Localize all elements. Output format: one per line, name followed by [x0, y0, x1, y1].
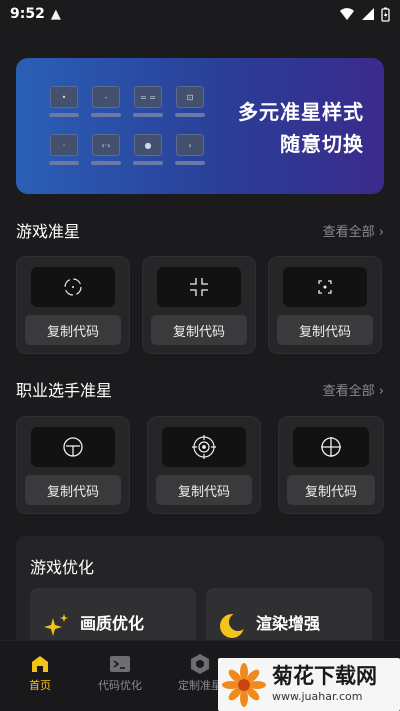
target-crosshair-icon	[192, 435, 216, 459]
corner-crosshair-icon	[190, 278, 208, 296]
preview-caption	[91, 113, 121, 117]
crosshair-preview-grid: • - = = ⊡ · ‹·› ● ›	[44, 78, 214, 178]
preview-caption	[175, 113, 205, 117]
crosshair-preview	[31, 267, 115, 307]
cross-circle-crosshair-icon	[321, 437, 341, 457]
preview-tile: = =	[134, 86, 162, 108]
crosshair-preview	[283, 267, 367, 307]
section-title: 游戏优化	[30, 558, 95, 577]
banner-title-line2: 随意切换	[280, 132, 364, 156]
crosshair-card[interactable]: 复制代码	[278, 416, 384, 514]
preview-caption	[49, 113, 79, 117]
crosshair-card[interactable]: 复制代码	[16, 256, 130, 354]
copy-code-button[interactable]: 复制代码	[277, 315, 373, 345]
game-optimize-panel: 游戏优化 画质优化 渲染增强	[16, 536, 384, 648]
crosshair-card[interactable]: 复制代码	[147, 416, 261, 514]
preview-tile: -	[92, 86, 120, 108]
wifi-icon	[340, 8, 354, 20]
crosshair-card[interactable]: 复制代码	[16, 416, 130, 514]
copy-code-button[interactable]: 复制代码	[156, 475, 252, 505]
sparkle-icon	[44, 614, 68, 636]
preview-caption	[133, 113, 163, 117]
copy-code-button[interactable]: 复制代码	[287, 475, 375, 505]
render-enhance-label: 渲染增强	[256, 614, 321, 633]
render-enhance-card[interactable]: 渲染增强	[206, 588, 372, 648]
banner-title-line1: 多元准星样式	[238, 100, 364, 124]
game-crosshair-header: 游戏准星 查看全部 ›	[16, 218, 384, 242]
watermark-logo: 菊花下载网 www.juahar.com	[218, 658, 400, 711]
crosshair-card[interactable]: 复制代码	[268, 256, 382, 354]
nav-label: 首页	[29, 679, 51, 692]
view-all-link[interactable]: 查看全部 ›	[323, 380, 384, 399]
status-time: 9:52	[10, 6, 45, 22]
copy-code-button[interactable]: 复制代码	[25, 315, 121, 345]
quality-optimize-card[interactable]: 画质优化	[30, 588, 196, 648]
warning-icon: ▲	[50, 6, 61, 22]
preview-tile: •	[50, 86, 78, 108]
battery-icon	[381, 7, 390, 22]
quality-optimize-label: 画质优化	[80, 614, 145, 633]
watermark-text: 菊花下载网	[272, 664, 377, 688]
nav-label: 代码优化	[98, 679, 142, 692]
signal-icon	[362, 8, 374, 20]
moon-icon	[220, 613, 246, 638]
preview-tile: ›	[176, 134, 204, 156]
preview-caption	[175, 161, 205, 165]
t-circle-crosshair-icon	[63, 437, 83, 457]
nav-code-optimize[interactable]: 代码优化	[80, 651, 160, 693]
watermark-url: www.juahar.com	[272, 690, 363, 703]
crosshair-preview	[31, 427, 115, 467]
crosshair-preview	[157, 267, 241, 307]
preview-tile: ⊡	[176, 86, 204, 108]
flower-icon	[222, 662, 266, 707]
preview-caption	[133, 161, 163, 165]
preview-caption	[91, 161, 121, 165]
nav-home[interactable]: 首页	[0, 651, 80, 693]
terminal-icon	[110, 656, 130, 672]
copy-code-button[interactable]: 复制代码	[151, 315, 247, 345]
preview-caption	[49, 161, 79, 165]
crosshair-preview	[293, 427, 369, 467]
copy-code-button[interactable]: 复制代码	[25, 475, 121, 505]
preview-tile: ‹·›	[92, 134, 120, 156]
preview-tile: ·	[50, 134, 78, 156]
promo-banner[interactable]: • - = = ⊡ · ‹·› ● › 多元准星样式 随意切换	[16, 58, 384, 194]
status-icons	[339, 7, 390, 22]
crosshair-preview	[162, 427, 246, 467]
section-title: 游戏准星	[16, 222, 81, 241]
view-all-link[interactable]: 查看全部 ›	[323, 221, 384, 240]
status-bar: 9:52 ▲	[0, 0, 400, 28]
preview-tile: ●	[134, 134, 162, 156]
section-title: 职业选手准星	[16, 381, 113, 400]
hexagon-icon	[191, 654, 209, 674]
pro-crosshair-header: 职业选手准星 查看全部 ›	[16, 377, 384, 401]
home-icon	[32, 656, 48, 672]
bracket-crosshair-icon	[318, 280, 332, 294]
circle-crosshair-icon	[64, 278, 82, 296]
crosshair-card[interactable]: 复制代码	[142, 256, 256, 354]
